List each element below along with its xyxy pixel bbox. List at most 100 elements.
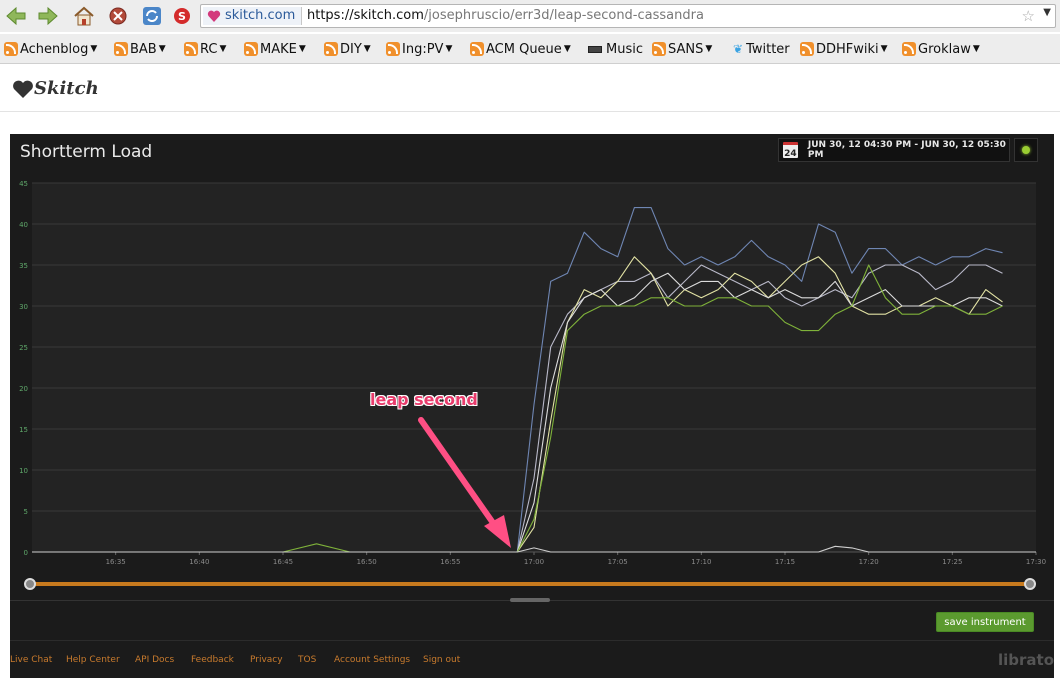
stumble-icon[interactable]: S bbox=[170, 4, 194, 28]
chart-title: Shortterm Load bbox=[20, 142, 153, 162]
librato-logo: librato bbox=[998, 651, 1055, 669]
footer-link-feedback[interactable]: Feedback bbox=[191, 655, 234, 665]
y-tick-label: 10 bbox=[19, 467, 28, 475]
calendar-icon: 24 bbox=[783, 142, 798, 159]
bookmark-bab[interactable]: BAB ▼ bbox=[114, 40, 166, 58]
bookmark-ddhfwiki[interactable]: DDHFwiki ▼ bbox=[800, 40, 888, 58]
bookmark-label: Achenblog bbox=[20, 41, 89, 57]
time-range-slider[interactable] bbox=[24, 578, 1038, 590]
bookmarks-toolbar: Achenblog ▼ BAB ▼ RC ▼ MAKE ▼ DIY ▼ Ing:PV ▼ A… bbox=[0, 34, 1060, 64]
y-tick-label: 40 bbox=[19, 221, 28, 229]
bookmark-label: SANS bbox=[668, 41, 704, 57]
rss-icon bbox=[470, 42, 484, 56]
bookmark-star-icon[interactable]: ☆ bbox=[1022, 7, 1035, 25]
plot-background bbox=[32, 183, 1036, 552]
x-tick-label: 17:15 bbox=[775, 558, 795, 566]
bookmark-sans[interactable]: SANS ▼ bbox=[652, 40, 712, 58]
skitch-logo-text: Skitch bbox=[34, 78, 99, 99]
twitter-bird-icon: ❦ bbox=[733, 42, 744, 56]
dropdown-caret-icon: ▼ bbox=[298, 44, 306, 54]
bookmark-twitter[interactable]: ❦ Twitter bbox=[733, 40, 790, 58]
footer-link-tos[interactable]: TOS bbox=[298, 655, 316, 665]
bookmark-label: Music bbox=[606, 41, 643, 57]
rss-icon bbox=[244, 42, 258, 56]
rss-icon bbox=[114, 42, 128, 56]
y-tick-label: 30 bbox=[19, 303, 28, 311]
dropdown-caret-icon: ▼ bbox=[219, 44, 227, 54]
y-tick-label: 35 bbox=[19, 262, 28, 270]
skitch-logo[interactable]: Skitch bbox=[12, 78, 99, 99]
bookmark-groklaw[interactable]: Groklaw ▼ bbox=[902, 40, 980, 58]
svg-text:S: S bbox=[178, 10, 186, 23]
reload-icon[interactable] bbox=[140, 4, 164, 28]
resize-grip[interactable] bbox=[510, 598, 550, 602]
home-icon[interactable] bbox=[72, 4, 96, 28]
x-tick-label: 17:05 bbox=[608, 558, 628, 566]
date-range-picker[interactable]: 24 JUN 30, 12 04:30 PM - JUN 30, 12 05:3… bbox=[778, 138, 1010, 162]
url-text[interactable]: https://skitch.com/josephruscio/err3d/le… bbox=[307, 8, 704, 23]
dropdown-caret-icon: ▼ bbox=[563, 44, 571, 54]
slider-end-handle[interactable] bbox=[1024, 578, 1036, 590]
x-tick-label: 17:00 bbox=[524, 558, 544, 566]
x-tick-label: 16:50 bbox=[357, 558, 377, 566]
load-line-chart: 0 5 10 15 20 25 30 35 40 45 16:35 16:40 16:45 16:50 16… bbox=[19, 180, 1046, 566]
x-tick-label: 17:25 bbox=[942, 558, 962, 566]
bookmark-music[interactable]: Music bbox=[588, 40, 643, 58]
librato-dashboard: Shortterm Load 24 JUN 30, 12 04:30 PM - … bbox=[10, 134, 1054, 678]
y-tick-label: 0 bbox=[24, 549, 28, 557]
bookmark-rc[interactable]: RC ▼ bbox=[184, 40, 226, 58]
footer-link-help-center[interactable]: Help Center bbox=[66, 655, 120, 665]
rss-icon bbox=[800, 42, 814, 56]
rss-icon bbox=[324, 42, 338, 56]
footer-link-privacy[interactable]: Privacy bbox=[250, 655, 283, 665]
leap-second-annotation: leap second bbox=[370, 390, 478, 409]
bookmark-label: DDHFwiki bbox=[816, 41, 879, 57]
dropdown-caret-icon: ▼ bbox=[705, 44, 713, 54]
footer-link-account-settings[interactable]: Account Settings bbox=[334, 655, 410, 665]
slider-start-handle[interactable] bbox=[24, 578, 36, 590]
rss-icon bbox=[4, 42, 18, 56]
slider-track[interactable] bbox=[30, 582, 1030, 586]
x-tick-label: 16:40 bbox=[189, 558, 209, 566]
skitch-heart-icon bbox=[13, 80, 33, 98]
x-tick-label: 16:35 bbox=[106, 558, 126, 566]
keyboard-icon bbox=[588, 45, 602, 53]
x-tick-label: 17:20 bbox=[859, 558, 879, 566]
back-arrow-icon[interactable] bbox=[4, 4, 28, 28]
bookmark-label: ACM Queue bbox=[486, 41, 562, 57]
rss-icon bbox=[902, 42, 916, 56]
footer-link-live-chat[interactable]: Live Chat bbox=[10, 655, 52, 665]
rss-icon bbox=[652, 42, 666, 56]
url-history-dropdown-icon[interactable]: ▼ bbox=[1043, 7, 1051, 18]
bookmark-label: BAB bbox=[130, 41, 157, 57]
address-bar[interactable]: skitch.com https://skitch.com/josephrusc… bbox=[200, 4, 1056, 28]
bookmark-acm-queue[interactable]: ACM Queue ▼ bbox=[470, 40, 571, 58]
bookmark-label: Twitter bbox=[746, 41, 790, 57]
bookmark-label: DIY bbox=[340, 41, 362, 57]
footer-link-sign-out[interactable]: Sign out bbox=[423, 655, 460, 665]
site-identity[interactable]: skitch.com bbox=[203, 7, 303, 25]
browser-toolbar: S skitch.com https://skitch.com/josephru… bbox=[0, 0, 1060, 32]
bookmark-label: Ing:PV bbox=[402, 41, 444, 57]
y-tick-label: 15 bbox=[19, 426, 28, 434]
forward-arrow-icon[interactable] bbox=[36, 4, 60, 28]
x-tick-label: 17:30 bbox=[1026, 558, 1046, 566]
live-status-indicator[interactable] bbox=[1014, 138, 1038, 162]
url-host: https://skitch.com bbox=[307, 8, 424, 23]
site-identity-label: skitch.com bbox=[225, 8, 296, 23]
bookmark-achenblog[interactable]: Achenblog ▼ bbox=[4, 40, 97, 58]
footer-link-api-docs[interactable]: API Docs bbox=[135, 655, 174, 665]
dropdown-caret-icon: ▼ bbox=[90, 44, 98, 54]
save-instrument-button[interactable]: save instrument bbox=[936, 612, 1034, 632]
dropdown-caret-icon: ▼ bbox=[880, 44, 888, 54]
bookmark-label: MAKE bbox=[260, 41, 297, 57]
y-tick-label: 45 bbox=[19, 180, 28, 188]
dropdown-caret-icon: ▼ bbox=[158, 44, 166, 54]
bookmark-label: RC bbox=[200, 41, 218, 57]
stop-icon[interactable] bbox=[106, 4, 130, 28]
bookmark-ingpv[interactable]: Ing:PV ▼ bbox=[386, 40, 452, 58]
bookmark-make[interactable]: MAKE ▼ bbox=[244, 40, 306, 58]
bookmark-diy[interactable]: DIY ▼ bbox=[324, 40, 371, 58]
dropdown-caret-icon: ▼ bbox=[972, 44, 980, 54]
skitch-favicon-icon bbox=[207, 9, 221, 29]
